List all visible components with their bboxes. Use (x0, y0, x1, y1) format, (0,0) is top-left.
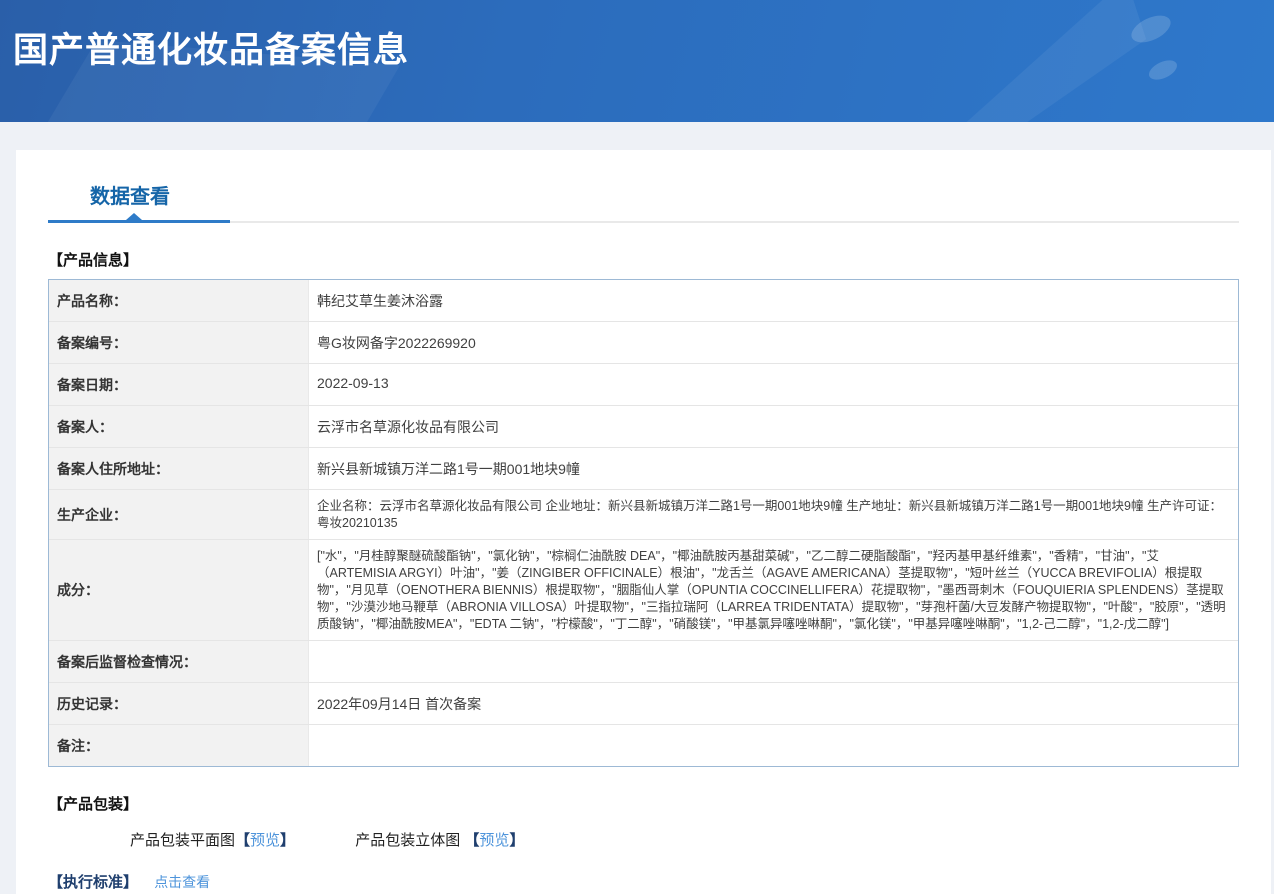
bracket-open: 【 (464, 832, 480, 849)
bracket-close: 】 (509, 832, 525, 849)
row-label: 历史记录： (49, 683, 309, 724)
banner-decoration-dot (1146, 56, 1180, 84)
packaging-3d-item: 产品包装立体图 【预览】 (355, 829, 524, 850)
row-label: 备案日期： (49, 364, 309, 405)
table-row-supervision: 备案后监督检查情况： (49, 641, 1238, 683)
banner-decoration-swoosh (784, 0, 1176, 122)
row-label: 备案人： (49, 406, 309, 447)
tab-bar: 数据查看 (48, 180, 1239, 223)
tab-active-underline (48, 213, 230, 223)
row-value: 企业名称：云浮市名草源化妆品有限公司 企业地址：新兴县新城镇万洋二路1号一期00… (317, 499, 1222, 530)
page-banner: 国产普通化妆品备案信息 (0, 0, 1274, 122)
table-row-remarks: 备注： (49, 725, 1238, 766)
standard-section-title: 【执行标准】 (48, 874, 139, 891)
packaging-3d-label: 产品包装立体图 (355, 832, 465, 849)
tab-divider (48, 213, 1239, 223)
row-label: 备案人住所地址： (49, 448, 309, 489)
product-info-section-title: 【产品信息】 (48, 252, 139, 269)
row-value: 2022-09-13 (317, 375, 389, 391)
page-title: 国产普通化妆品备案信息 (13, 31, 410, 70)
packaging-links-row: 产品包装平面图【预览】 产品包装立体图 【预览】 (48, 829, 1239, 850)
bracket-open: 【 (235, 832, 251, 849)
table-row-registration-number: 备案编号： 粤G妆网备字2022269920 (49, 322, 1238, 364)
packaging-3d-preview-link[interactable]: 预览 (479, 832, 509, 849)
row-value (309, 725, 1238, 766)
row-value: 2022年09月14日 首次备案 (317, 696, 482, 712)
standard-row: 【执行标准】 点击查看 (48, 871, 1239, 892)
table-row-registration-date: 备案日期： 2022-09-13 (49, 364, 1238, 406)
row-value (309, 641, 1238, 682)
row-label: 产品名称： (49, 280, 309, 321)
row-value: 韩纪艾草生姜沐浴露 (317, 293, 443, 309)
tab-active-arrow-icon (126, 213, 142, 220)
table-row-product-name: 产品名称： 韩纪艾草生姜沐浴露 (49, 280, 1238, 322)
row-value: 云浮市名草源化妆品有限公司 (317, 419, 499, 435)
standard-view-link[interactable]: 点击查看 (154, 874, 210, 890)
packaging-section-title: 【产品包装】 (48, 796, 139, 813)
table-row-registrant: 备案人： 云浮市名草源化妆品有限公司 (49, 406, 1238, 448)
row-value: ["水"，"月桂醇聚醚硫酸酯钠"，"氯化钠"，"棕榈仁油酰胺 DEA"，"椰油酰… (317, 549, 1226, 631)
bracket-close: 】 (280, 832, 296, 849)
row-label: 备案后监督检查情况： (49, 641, 309, 682)
table-row-registrant-address: 备案人住所地址： 新兴县新城镇万洋二路1号一期001地块9幢 (49, 448, 1238, 490)
table-row-manufacturer: 生产企业： 企业名称：云浮市名草源化妆品有限公司 企业地址：新兴县新城镇万洋二路… (49, 490, 1238, 540)
row-value: 新兴县新城镇万洋二路1号一期001地块9幢 (317, 461, 580, 477)
packaging-flat-preview-link[interactable]: 预览 (250, 832, 280, 849)
packaging-flat-item: 产品包装平面图【预览】 (130, 829, 295, 850)
row-label: 备案编号： (49, 322, 309, 363)
table-row-history: 历史记录： 2022年09月14日 首次备案 (49, 683, 1238, 725)
table-row-ingredients: 成分： ["水"，"月桂醇聚醚硫酸酯钠"，"氯化钠"，"棕榈仁油酰胺 DEA"，… (49, 540, 1238, 641)
content-card: 数据查看 【产品信息】 产品名称： 韩纪艾草生姜沐浴露 备案编号： 粤G妆网备字… (16, 150, 1271, 894)
row-label: 成分： (49, 540, 309, 640)
row-value: 粤G妆网备字2022269920 (317, 335, 476, 351)
row-label: 备注： (49, 725, 309, 766)
product-info-table: 产品名称： 韩纪艾草生姜沐浴露 备案编号： 粤G妆网备字2022269920 备… (48, 279, 1239, 767)
packaging-flat-label: 产品包装平面图 (130, 832, 236, 849)
row-label: 生产企业： (49, 490, 309, 539)
